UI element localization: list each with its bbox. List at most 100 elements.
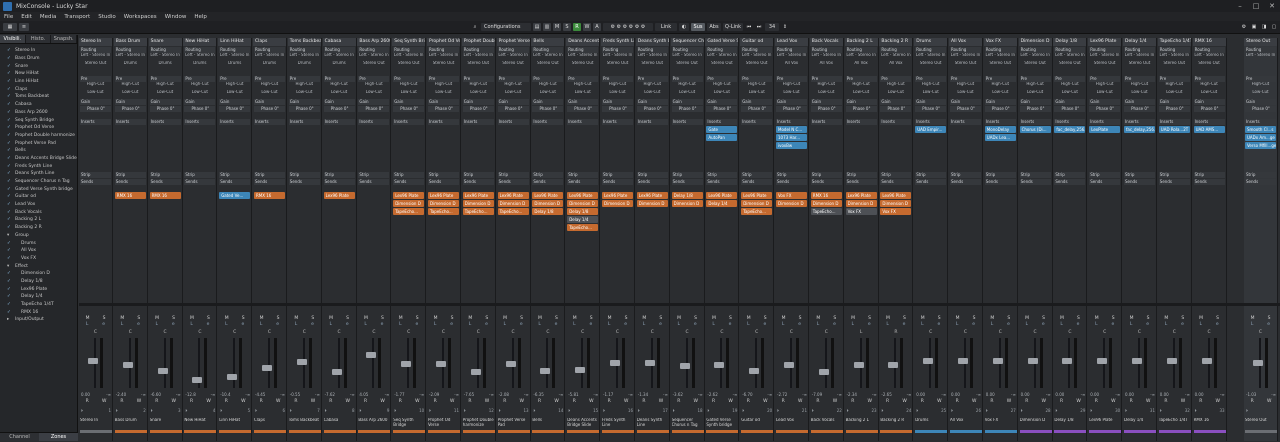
channel-name[interactable]: New HiHat (184, 418, 216, 430)
write-automation-button[interactable]: W (172, 399, 176, 404)
channel-name-header[interactable]: Bass Arp 2600 (357, 38, 391, 46)
visibility-checkbox[interactable]: ✓ (7, 164, 11, 169)
fader-handle[interactable] (436, 361, 446, 368)
low-cut-control[interactable]: Low-Cut (672, 90, 703, 98)
read-automation-button[interactable]: R (364, 399, 367, 404)
visibility-item[interactable]: ✓ Dimension D (0, 270, 77, 278)
gain-control[interactable]: Gain (219, 99, 251, 105)
fader-handle[interactable] (1201, 358, 1212, 364)
visibility-item[interactable]: ✓ Drums (0, 239, 77, 247)
volume-fader[interactable] (501, 338, 526, 388)
write-automation-button[interactable]: W (694, 399, 698, 404)
volume-fader[interactable] (1162, 338, 1187, 388)
send-slot[interactable]: Dimension D (602, 200, 633, 207)
high-cut-control[interactable]: High-Cut (567, 82, 598, 90)
channel-name-header[interactable]: Toms Backbeat (287, 38, 321, 46)
fader-handle[interactable] (88, 358, 98, 364)
strip-section[interactable]: Strip (880, 172, 912, 178)
send-slot[interactable]: TapeEcho... (741, 208, 773, 215)
visibility-item[interactable]: ✓ Prophet Double harmonize (0, 132, 77, 140)
insert-slot[interactable]: UAD AMS... (1193, 126, 1225, 133)
write-automation-button[interactable]: W (902, 399, 906, 404)
gain-control[interactable]: Gain (845, 99, 877, 105)
gain-control[interactable]: Gain (80, 99, 111, 105)
read-automation-button[interactable]: R (155, 399, 158, 404)
routing-output[interactable]: Stereo Out (672, 61, 703, 69)
high-cut-control[interactable]: High-Cut (393, 82, 424, 90)
channel-name-header[interactable]: Linn HiHat (218, 38, 252, 46)
gain-control[interactable]: Gain (984, 99, 1016, 105)
pan-control[interactable]: C (288, 330, 321, 337)
gain-control[interactable]: Gain (393, 99, 425, 105)
gain-control[interactable]: Gain (288, 99, 320, 105)
low-cut-control[interactable]: Low-Cut (1054, 90, 1085, 98)
edit-button[interactable]: e (659, 322, 662, 328)
routing-output[interactable]: All Vox (776, 61, 807, 69)
left-tab-0[interactable]: Visibili. (0, 35, 26, 43)
channel-name[interactable]: Deans Accents Bridge Slide (567, 418, 599, 430)
strip-section[interactable]: Strip (1245, 172, 1276, 178)
visibility-item[interactable]: ✓ Backing 2 L (0, 216, 77, 224)
volume-value[interactable]: -7.09 (812, 392, 822, 397)
low-cut-control[interactable]: Low-Cut (1089, 90, 1120, 98)
monitor-icon[interactable]: ⏵ (1021, 408, 1023, 413)
insert-slot[interactable]: UAD Rola...2T (1158, 126, 1190, 133)
visibility-checkbox[interactable]: ✓ (7, 210, 11, 215)
routing-output[interactable]: Stereo Out (1124, 61, 1155, 69)
edit-button[interactable]: e (1007, 322, 1010, 328)
visibility-item[interactable]: ✓ All Vox (0, 247, 77, 255)
send-slot[interactable]: Gated Ve... (219, 192, 251, 199)
send-slot[interactable]: RMX 16 (254, 192, 285, 199)
configurations-dropdown[interactable]: Configurations (481, 23, 531, 31)
send-slot[interactable]: RMX 16 (114, 192, 146, 199)
channel-name[interactable]: Deans Synth Line (637, 418, 669, 430)
volume-value[interactable]: -5.81 (568, 392, 578, 397)
listen-button[interactable]: L (747, 322, 750, 328)
strip-section[interactable]: Strip (1054, 172, 1086, 178)
channel-name-header[interactable]: Seq Synth Bridge (392, 38, 426, 46)
high-cut-control[interactable]: High-Cut (358, 82, 389, 90)
listen-button[interactable]: L (469, 322, 472, 328)
listen-button[interactable]: L (991, 322, 994, 328)
global-read-button[interactable]: R (573, 23, 581, 31)
routing-input[interactable]: Left - Stereo In (1124, 53, 1155, 61)
visibility-checkbox[interactable]: ▾ (7, 264, 11, 269)
monitor-icon[interactable]: ⏵ (916, 408, 918, 413)
write-automation-button[interactable]: W (311, 399, 315, 404)
routing-output[interactable]: Stereo Out (80, 61, 111, 69)
left-bottom-tab-0[interactable]: Channel (0, 433, 39, 441)
channel-name[interactable]: Gated Verse Synth bridge (706, 418, 738, 430)
routing-input[interactable]: Left - Stereo In (741, 53, 772, 61)
strip-section[interactable]: Strip (497, 172, 529, 178)
write-automation-button[interactable]: W (276, 399, 280, 404)
write-automation-button[interactable]: W (972, 399, 976, 404)
fader-handle[interactable] (296, 358, 307, 365)
visibility-checkbox[interactable]: ✓ (7, 64, 11, 69)
strip-section[interactable]: Strip (254, 172, 285, 178)
volume-value[interactable]: -2.72 (777, 392, 787, 397)
edit-button[interactable]: e (1146, 322, 1149, 328)
send-slot[interactable]: Delay 1/8 (671, 192, 703, 199)
fader-handle[interactable] (1097, 358, 1108, 364)
pan-control[interactable]: C (427, 330, 460, 337)
volume-value[interactable]: -0.55 (290, 392, 300, 397)
routing-output[interactable]: Drums (324, 61, 355, 69)
visibility-checkbox[interactable]: ✓ (7, 294, 11, 299)
channel-name-header[interactable]: Back Vocals (809, 38, 843, 46)
link-dropdown[interactable]: Link (655, 23, 677, 31)
read-automation-button[interactable]: R (712, 399, 715, 404)
high-cut-control[interactable]: High-Cut (289, 82, 320, 90)
visibility-item[interactable]: ✓ Lex96 Plate (0, 285, 77, 293)
fader-handle[interactable] (992, 358, 1003, 364)
visibility-item[interactable]: ✓ Freds Synth Line (0, 162, 77, 170)
high-cut-control[interactable]: High-Cut (219, 82, 250, 90)
gain-control[interactable]: Gain (636, 99, 668, 105)
volume-fader[interactable] (396, 338, 421, 388)
fader-handle[interactable] (505, 361, 516, 368)
routing-output[interactable]: Stereo Out (602, 61, 633, 69)
high-cut-control[interactable]: High-Cut (1089, 82, 1120, 90)
channel-name-header[interactable]: Deans Accents Bridge Slide (566, 38, 600, 46)
routing-input[interactable]: Left - Stereo In (289, 53, 320, 61)
inserts-section[interactable]: Inserts (1193, 119, 1225, 125)
read-automation-button[interactable]: R (886, 399, 889, 404)
